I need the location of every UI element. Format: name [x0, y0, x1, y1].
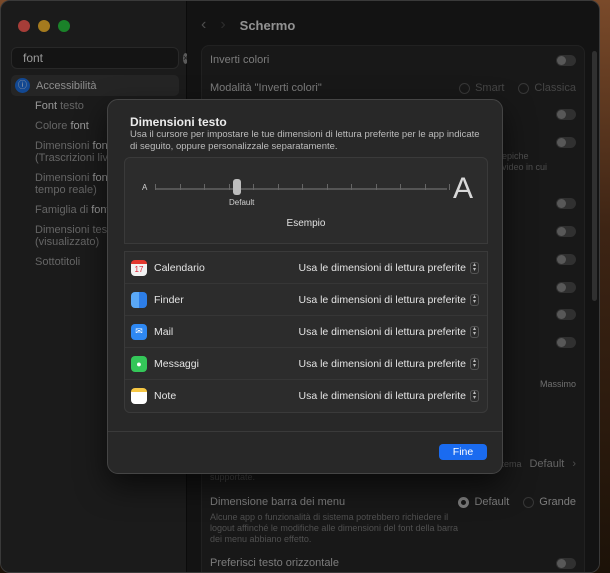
- text-size-slider-track[interactable]: [155, 188, 447, 190]
- calendar-icon: 17: [131, 259, 147, 276]
- app-size-value: Usa le dimensioni di lettura preferite: [298, 325, 467, 338]
- done-button[interactable]: Fine: [439, 444, 487, 460]
- text-size-preview: A A Default Esempio: [124, 157, 488, 244]
- app-row-mail: ✉ Mail Usa le dimensioni di lettura pref…: [125, 316, 487, 348]
- app-row-messages: ● Messaggi Usa le dimensioni di lettura …: [125, 348, 487, 380]
- select-chevron-icon: ▴ ▾: [470, 325, 479, 338]
- app-row-finder: Finder Usa le dimensioni di lettura pref…: [125, 284, 487, 316]
- select-chevron-icon: ▴ ▾: [470, 357, 479, 370]
- text-size-dialog: Dimensioni testo Usa il cursore per impo…: [107, 99, 503, 474]
- slider-tick: [302, 184, 303, 190]
- app-name: Mail: [154, 325, 174, 338]
- slider-tick: [228, 184, 230, 190]
- app-size-value: Usa le dimensioni di lettura preferite: [298, 293, 467, 306]
- app-name: Note: [154, 390, 177, 402]
- select-chevron-icon: ▴ ▾: [470, 390, 479, 402]
- app-size-select[interactable]: Usa le dimensioni di lettura preferite ▴…: [298, 325, 479, 338]
- slider-default-label: Default: [229, 198, 255, 207]
- app-name: Finder: [154, 293, 184, 306]
- sample-text: Esempio: [286, 218, 326, 229]
- app-size-select[interactable]: Usa le dimensioni di lettura preferite ▴…: [298, 293, 479, 306]
- slider-tick: [179, 184, 181, 190]
- slider-tick: [375, 184, 377, 190]
- app-name: Calendario: [154, 261, 205, 274]
- mail-icon: ✉: [131, 323, 147, 340]
- app-size-value: Usa le dimensioni di lettura preferite: [298, 390, 467, 402]
- app-row-notes: Note Usa le dimensioni di lettura prefer…: [125, 380, 487, 412]
- slider-tick: [449, 184, 450, 190]
- app-size-select[interactable]: Usa le dimensioni di lettura preferite ▴…: [298, 390, 479, 402]
- messages-icon: ●: [131, 355, 147, 372]
- finder-icon: [131, 291, 147, 308]
- slider-tick: [326, 184, 328, 190]
- text-size-slider-knob[interactable]: [233, 179, 242, 195]
- small-text-indicator: A: [142, 183, 148, 192]
- app-size-value: Usa le dimensioni di lettura preferite: [298, 261, 467, 274]
- select-chevron-icon: ▴ ▾: [470, 293, 479, 306]
- dialog-description: Usa il cursore per impostare le tue dime…: [130, 129, 480, 152]
- select-chevron-icon: ▴ ▾: [470, 261, 479, 274]
- slider-tick: [155, 184, 156, 190]
- slider-tick: [253, 184, 254, 190]
- app-name: Messaggi: [154, 357, 199, 370]
- slider-tick: [351, 184, 352, 190]
- slider-tick: [277, 184, 279, 190]
- app-row-calendar: 17 Calendario Usa le dimensioni di lettu…: [125, 252, 487, 284]
- slider-tick: [424, 184, 426, 190]
- large-text-indicator: A: [452, 172, 473, 205]
- dialog-title: Dimensioni testo: [130, 115, 227, 129]
- app-size-value: Usa le dimensioni di lettura preferite: [298, 357, 467, 370]
- dialog-divider: [108, 431, 502, 432]
- app-list: 17 Calendario Usa le dimensioni di lettu…: [124, 251, 488, 413]
- app-size-select[interactable]: Usa le dimensioni di lettura preferite ▴…: [298, 261, 479, 274]
- slider-tick: [400, 184, 401, 190]
- app-size-select[interactable]: Usa le dimensioni di lettura preferite ▴…: [298, 357, 479, 370]
- slider-tick: [204, 184, 205, 190]
- notes-icon: [131, 388, 147, 404]
